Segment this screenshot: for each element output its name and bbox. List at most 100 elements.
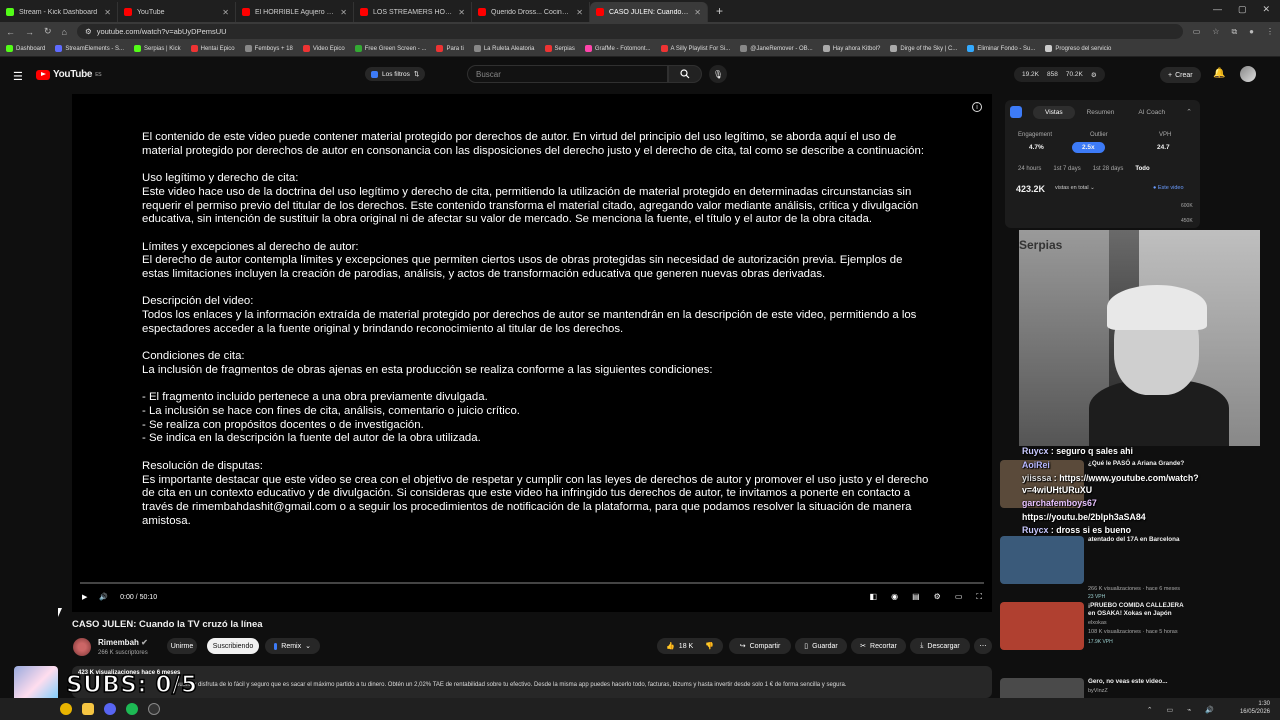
spotify-icon[interactable]	[126, 703, 138, 715]
range-option-selected[interactable]: Todo	[1135, 166, 1149, 172]
video-description[interactable]: 423 K visualizaciones hace 6 meses publi…	[72, 666, 992, 698]
hamburger-menu-icon[interactable]: ☰	[13, 70, 23, 83]
bookmark-item[interactable]: Serpias | Kick	[134, 45, 181, 52]
volume-icon[interactable]: 🔊	[99, 593, 108, 601]
progress-bar[interactable]	[80, 582, 984, 584]
theater-mode-icon[interactable]: ▭	[955, 592, 963, 602]
profile-icon[interactable]: ●	[1249, 27, 1254, 37]
close-tab-icon[interactable]: ✕	[340, 8, 347, 17]
tab-ai-coach[interactable]: AI Coach	[1126, 106, 1177, 119]
discord-icon[interactable]	[104, 703, 116, 715]
bookmark-item[interactable]: Dashboard	[6, 45, 45, 52]
extensions-icon[interactable]: ⧉	[1231, 27, 1237, 37]
remix-button[interactable]: Remix ⌄	[265, 638, 320, 654]
reload-icon[interactable]: ↻	[44, 26, 52, 37]
subscribed-button[interactable]: Suscribiendo	[207, 638, 259, 654]
recommendation-item[interactable]: atentado del 17A en Barcelona 266 K visu…	[1000, 536, 1200, 600]
save-button[interactable]: ▯ Guardar	[795, 638, 847, 654]
bookmark-item[interactable]: @JaneRemover - OB...	[740, 45, 813, 52]
file-explorer-icon[interactable]	[82, 703, 94, 715]
bookmark-item[interactable]: Eliminar Fondo - Su...	[967, 45, 1035, 52]
channel-avatar[interactable]	[73, 638, 91, 656]
close-tab-icon[interactable]: ✕	[694, 8, 701, 17]
minimize-icon[interactable]: —	[1213, 4, 1222, 15]
bookmark-item[interactable]: Free Green Screen - ...	[354, 45, 426, 52]
recommendation-item[interactable]: ¡PRUEBO COMIDA CALLEJERA en OSAKA! Xokas…	[1000, 602, 1200, 658]
bookmark-item[interactable]: Progreso del servicio	[1045, 45, 1111, 52]
create-button[interactable]: + Crear	[1160, 67, 1201, 83]
browser-tab-active[interactable]: CASO JULEN: Cuando la TV cruz✕	[590, 2, 708, 22]
forward-icon[interactable]: →	[25, 27, 34, 37]
more-actions-button[interactable]: ⋯	[974, 638, 992, 654]
fullscreen-icon[interactable]: ⛶	[976, 592, 982, 602]
autoplay-toggle-icon[interactable]: ◉	[891, 592, 898, 602]
recommendation-thumbnail[interactable]	[1000, 602, 1084, 650]
tab-resumen[interactable]: Resumen	[1075, 106, 1127, 119]
info-icon[interactable]: i	[972, 102, 982, 112]
browser-tab[interactable]: LOS STREAMERS HORRIBLES D✕	[354, 2, 472, 22]
site-info-icon[interactable]: ⚙	[85, 27, 92, 36]
bookmark-item[interactable]: Serpias	[544, 45, 575, 52]
account-avatar[interactable]	[1240, 66, 1256, 82]
home-icon[interactable]: ⌂	[62, 27, 67, 37]
range-option[interactable]: 1st 28 days	[1093, 166, 1124, 172]
chrome-icon[interactable]	[60, 703, 72, 715]
bookmark-item[interactable]: Hentai Epico	[190, 45, 235, 52]
join-button[interactable]: Unirme	[167, 638, 197, 654]
play-icon[interactable]: ▶	[82, 593, 87, 601]
menu-icon[interactable]: ⋮	[1266, 27, 1274, 37]
youtube-logo[interactable]: YouTube ES	[36, 69, 102, 80]
microphone-button[interactable]: 🎙	[709, 65, 727, 83]
share-button[interactable]: ↪ Compartir	[729, 638, 791, 654]
obs-icon[interactable]	[148, 703, 160, 715]
close-window-icon[interactable]: ✕	[1262, 4, 1270, 15]
close-tab-icon[interactable]: ✕	[458, 8, 465, 17]
tab-vistas[interactable]: Vistas	[1033, 106, 1075, 119]
miniplayer-extension-icon[interactable]: ◧	[870, 592, 878, 602]
browser-tab[interactable]: Stream - Kick Dashboard ✕	[0, 2, 118, 22]
close-tab-icon[interactable]: ✕	[104, 8, 111, 17]
download-button[interactable]: ⤓ Descargar	[910, 638, 970, 654]
views-dropdown[interactable]: vistas en total ⌄	[1055, 185, 1095, 191]
close-tab-icon[interactable]: ✕	[222, 8, 229, 17]
settings-gear-icon[interactable]: ⚙	[934, 592, 941, 602]
range-option[interactable]: 24 hours	[1018, 166, 1041, 172]
bookmark-favicon-icon	[544, 45, 552, 52]
captions-icon[interactable]: ▤	[912, 592, 920, 602]
new-tab-button[interactable]: +	[708, 4, 731, 18]
bookmark-item[interactable]: A Silly Playlist For Si...	[660, 45, 730, 52]
search-input[interactable]: Buscar	[467, 65, 668, 83]
channel-stats-widget[interactable]: 19.2K 858 70.2K ⚙	[1014, 67, 1105, 82]
cast-icon[interactable]: ▭	[1193, 27, 1201, 37]
browser-tab[interactable]: El HORRIBLE Agujero de Conejo✕	[236, 2, 354, 22]
system-tray-icons[interactable]: ⌃ ▭ ⌁ 🔊	[1147, 706, 1220, 714]
recommendation-thumbnail[interactable]	[1000, 536, 1084, 584]
video-player[interactable]: El contenido de este video puede contene…	[72, 94, 992, 612]
bookmark-item[interactable]: Femboys + 18	[244, 45, 293, 52]
back-icon[interactable]: ←	[6, 27, 15, 37]
star-icon[interactable]: ☆	[1212, 27, 1219, 37]
system-clock[interactable]: 1:30 16/05/2026	[1240, 700, 1270, 716]
range-option[interactable]: 1st 7 days	[1053, 166, 1080, 172]
bookmark-favicon-icon	[740, 45, 748, 52]
gear-icon[interactable]: ⚙	[1091, 71, 1097, 79]
search-button[interactable]	[668, 65, 702, 83]
url-field[interactable]: ⚙ youtube.com/watch?v=abUyDPemsUU	[76, 24, 1183, 39]
clip-button[interactable]: ✂ Recortar	[851, 638, 906, 654]
bookmark-item[interactable]: Dirge of the Sky | C...	[890, 45, 957, 52]
browser-tab[interactable]: Querido Dross... Cociné Person✕	[472, 2, 590, 22]
browser-tab[interactable]: YouTube ✕	[118, 2, 236, 22]
maximize-icon[interactable]: ▢	[1238, 4, 1247, 15]
notifications-bell-icon[interactable]: 🔔	[1213, 68, 1225, 79]
filters-button[interactable]: Los filtros ⇅	[365, 67, 426, 81]
bookmark-item[interactable]: La Ruleta Aleatoria	[473, 45, 535, 52]
close-tab-icon[interactable]: ✕	[576, 8, 583, 17]
bookmark-item[interactable]: Video Epico	[302, 45, 345, 52]
bookmark-item[interactable]: Hay ahora Kitbol?	[822, 45, 880, 52]
bookmark-item[interactable]: Para ti	[436, 45, 464, 52]
bookmark-item[interactable]: StreamElements - S...	[55, 45, 124, 52]
like-dislike-button[interactable]: 👍 18 K 👎	[657, 638, 723, 654]
bookmark-item[interactable]: GrafMe - Fotomont...	[584, 45, 651, 52]
channel-name[interactable]: Rimembah ✔	[98, 638, 148, 647]
collapse-chevron-icon[interactable]: ⌃	[1186, 108, 1192, 116]
